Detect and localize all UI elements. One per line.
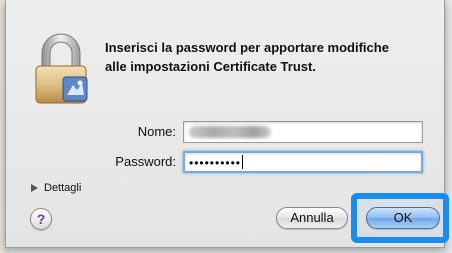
text-caret: [242, 155, 244, 169]
ok-button[interactable]: OK: [366, 207, 440, 229]
details-disclosure[interactable]: Dettagli: [31, 182, 81, 194]
help-button[interactable]: ?: [30, 208, 52, 230]
padlock-icon: [35, 33, 88, 104]
prompt-message-line-1: Inserisci la password per apportare modi…: [105, 40, 389, 55]
disclosure-triangle-icon: [31, 184, 38, 192]
password-value: ••••••••••: [189, 156, 242, 170]
name-label: Nome:: [137, 124, 176, 139]
password-label: Password:: [115, 154, 176, 169]
password-field[interactable]: ••••••••••: [183, 151, 423, 173]
name-field[interactable]: [183, 121, 423, 143]
authentication-dialog: Inserisci la password per apportare modi…: [5, 0, 449, 248]
prompt-message: Inserisci la password per apportare modi…: [105, 38, 435, 76]
redacted-username: [189, 126, 271, 138]
prompt-message-line-2: alle impostazioni Certificate Trust.: [105, 59, 316, 74]
cancel-button[interactable]: Annulla: [276, 207, 348, 229]
details-label: Dettagli: [44, 182, 82, 194]
